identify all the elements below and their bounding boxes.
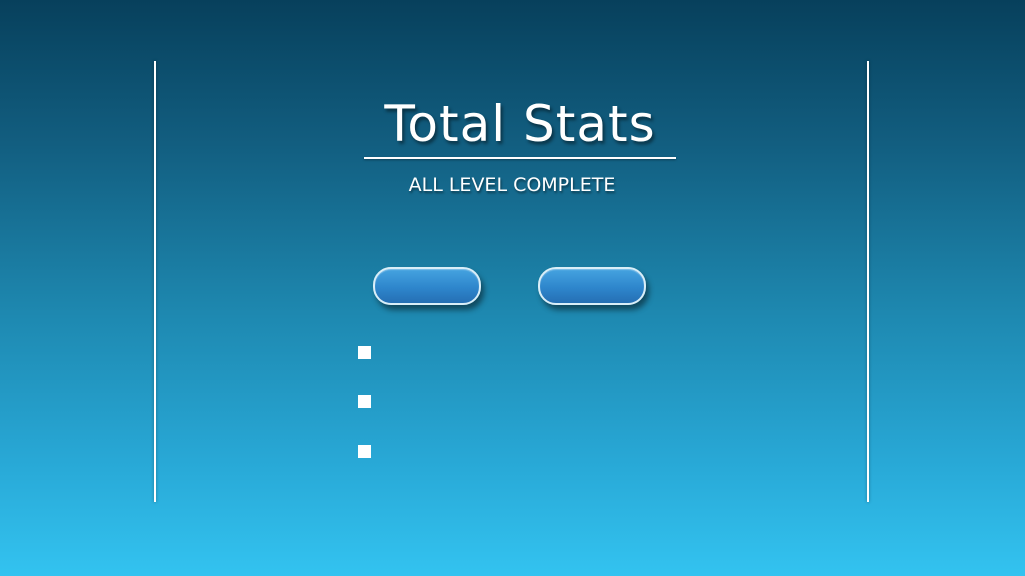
- stat-checkbox-3[interactable]: [358, 445, 371, 458]
- page-subtitle: ALL LEVEL COMPLETE: [408, 174, 616, 196]
- left-action-button[interactable]: [373, 267, 481, 305]
- right-action-button[interactable]: [538, 267, 646, 305]
- stat-checkbox-1[interactable]: [358, 346, 371, 359]
- title-underline: [364, 157, 676, 159]
- left-divider: [154, 61, 156, 502]
- stat-checkbox-2[interactable]: [358, 395, 371, 408]
- page-title: Total Stats: [384, 95, 656, 153]
- right-divider: [867, 61, 869, 502]
